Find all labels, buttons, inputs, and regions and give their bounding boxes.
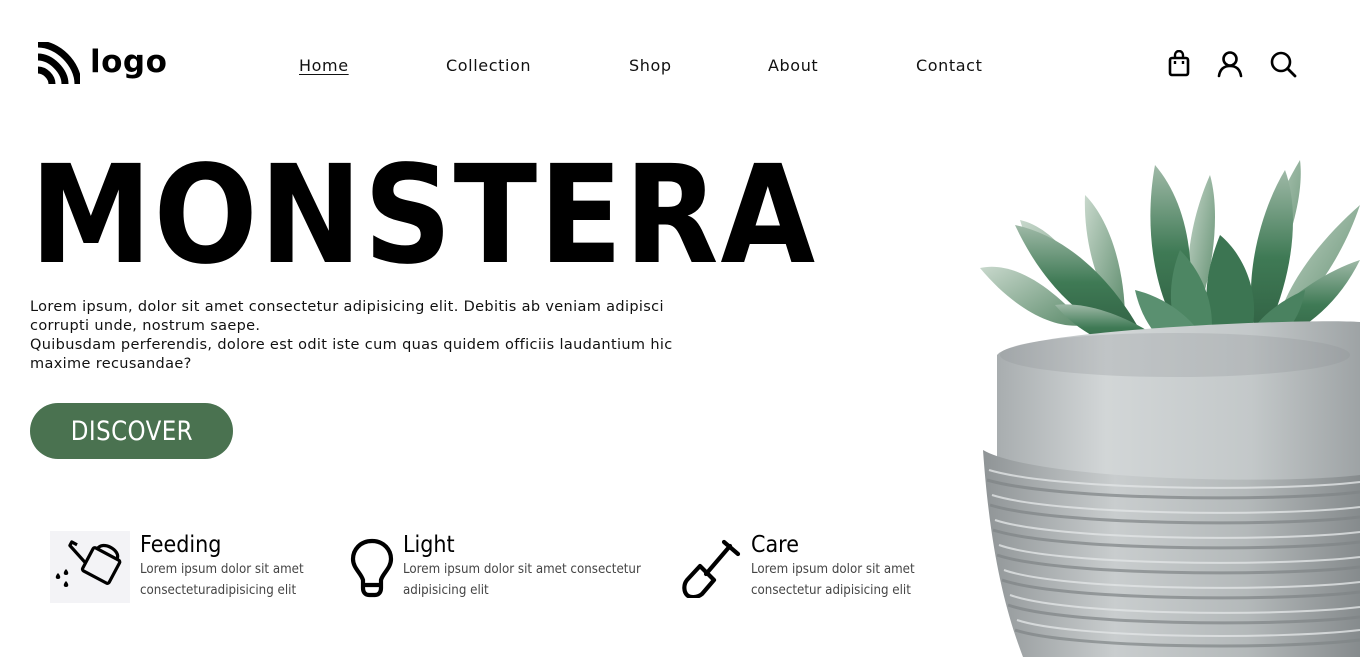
feature-description-line: consectetur adipisicing elit — [751, 582, 911, 598]
feature-description-line: adipisicing elit — [403, 582, 489, 598]
feature-description-line: Lorem ipsum dolor sit amet consectetur — [403, 561, 641, 577]
search-icon — [1270, 51, 1297, 78]
feature-description-line: consecteturadipisicing elit — [140, 582, 297, 598]
hero-description-line: corrupti unde, nostrum saepe. — [30, 318, 261, 334]
discover-button-label: DISCOVER — [70, 415, 193, 447]
nav-link-collection[interactable]: Collection — [446, 56, 531, 75]
feature-text: Feeding Lorem ipsum dolor sit amet conse… — [140, 531, 326, 607]
feature-light: Light Lorem ipsum dolor sit amet consect… — [350, 531, 673, 602]
feature-title: Light — [403, 532, 455, 558]
hero-description: Lorem ipsum, dolor sit amet consectetur … — [30, 298, 680, 374]
nav-link-shop[interactable]: Shop — [629, 56, 672, 75]
feature-description-line: Lorem ipsum dolor sit amet — [751, 561, 915, 577]
feature-description-line: Lorem ipsum dolor sit amet — [140, 561, 304, 577]
shovel-icon — [682, 538, 742, 602]
feature-feeding: Feeding Lorem ipsum dolor sit amet conse… — [50, 531, 326, 607]
feature-text: Care Lorem ipsum dolor sit amet consecte… — [751, 531, 937, 602]
feature-description: Lorem ipsum dolor sit amet consectetur a… — [751, 559, 915, 601]
potted-succulent-image — [975, 150, 1360, 657]
hero-description-line: Quibusdam perferendis, dolore est odit i… — [30, 337, 673, 353]
feature-description: Lorem ipsum dolor sit amet consectetur a… — [403, 559, 641, 601]
shopping-bag-icon — [1168, 50, 1190, 77]
nav-link-home[interactable]: Home — [299, 56, 349, 75]
search-button[interactable] — [1269, 50, 1297, 78]
light-bulb-icon — [350, 538, 394, 602]
main-nav: Home Collection Shop About Contact — [0, 56, 1360, 78]
watering-can-icon — [50, 531, 130, 607]
hero-description-line: Lorem ipsum, dolor sit amet consectetur … — [30, 299, 664, 315]
feature-title: Care — [751, 532, 799, 558]
hero-description-line: maxime recusandae? — [30, 356, 192, 372]
feature-text: Light Lorem ipsum dolor sit amet consect… — [403, 531, 673, 602]
hero-title: MONSTERA — [30, 137, 817, 295]
cart-button[interactable] — [1167, 50, 1191, 78]
discover-button[interactable]: DISCOVER — [30, 403, 233, 459]
feature-care: Care Lorem ipsum dolor sit amet consecte… — [682, 531, 937, 602]
nav-link-contact[interactable]: Contact — [916, 56, 982, 75]
account-button[interactable] — [1216, 50, 1244, 78]
nav-link-about[interactable]: About — [768, 56, 818, 75]
feature-description: Lorem ipsum dolor sit amet consecteturad… — [140, 559, 304, 601]
feature-title: Feeding — [140, 532, 222, 558]
user-icon — [1217, 51, 1243, 78]
